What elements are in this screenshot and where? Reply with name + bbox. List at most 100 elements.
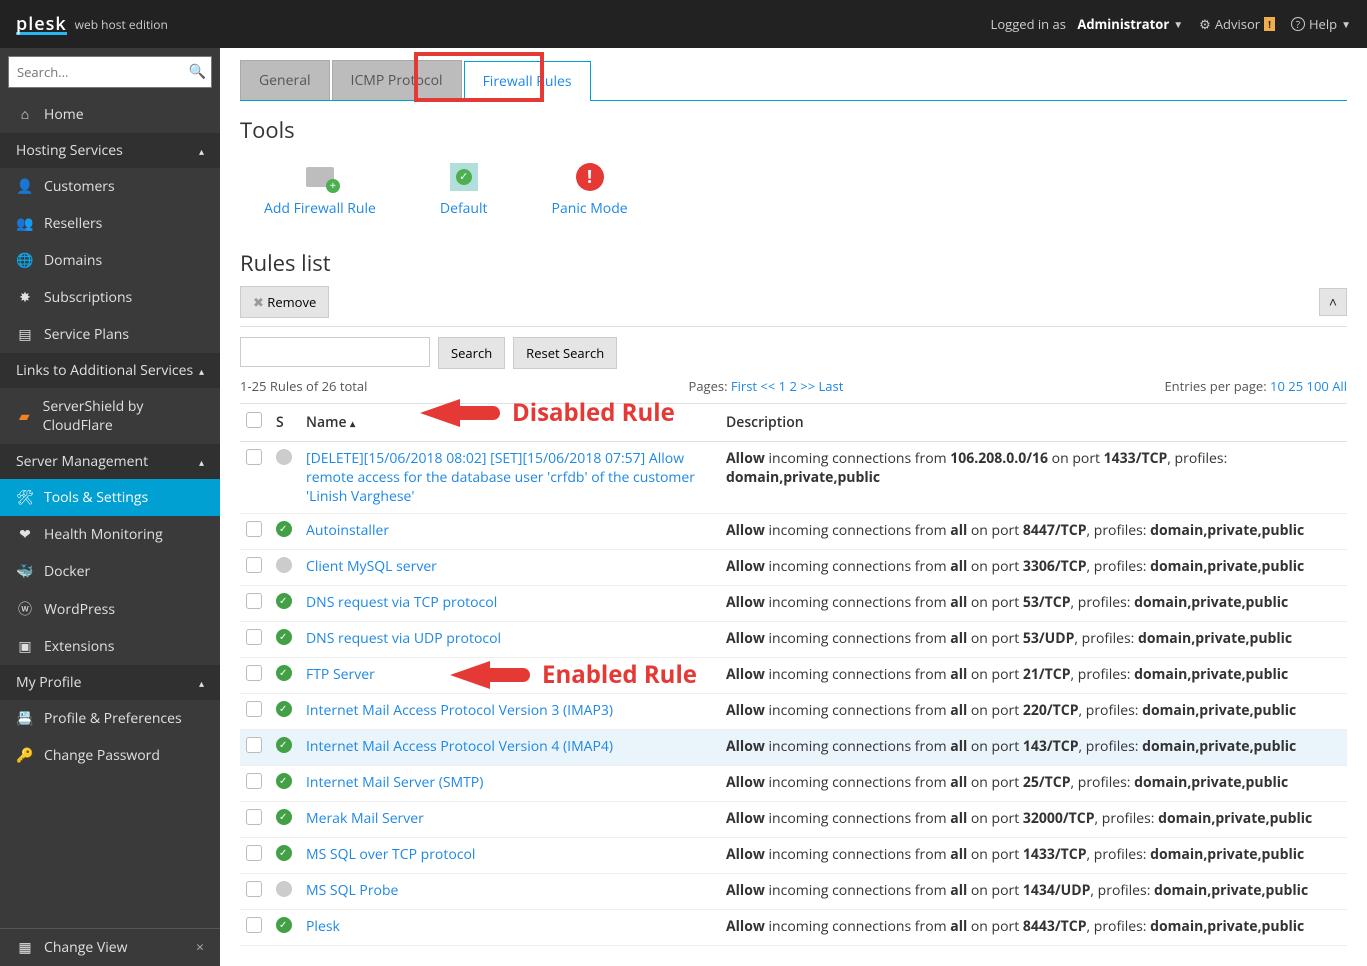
tab-general[interactable]: General (240, 60, 330, 100)
row-checkbox[interactable] (246, 917, 262, 933)
status-icon[interactable] (276, 917, 292, 933)
status-icon[interactable] (276, 845, 292, 861)
sidebar-item-wordpress[interactable]: ⓦWordPress (0, 590, 220, 628)
row-checkbox[interactable] (246, 809, 262, 825)
pagination-links[interactable]: First << 1 2 >> Last (731, 377, 843, 395)
rule-name-link[interactable]: MS SQL over TCP protocol (306, 845, 475, 864)
tool-add firewall rule[interactable]: +Add Firewall Rule (264, 161, 376, 218)
logged-in-user[interactable]: Administrator (1077, 15, 1169, 33)
sidebar-item-profile-preferences[interactable]: 📇Profile & Preferences (0, 700, 220, 737)
close-icon[interactable]: × (196, 938, 204, 957)
rule-name-link[interactable]: Client MySQL server (306, 557, 437, 576)
row-checkbox[interactable] (246, 881, 262, 897)
rule-name-link[interactable]: Internet Mail Access Protocol Version 4 … (306, 737, 613, 756)
status-icon[interactable] (276, 737, 292, 753)
row-checkbox[interactable] (246, 557, 262, 573)
rule-name-link[interactable]: DNS request via TCP protocol (306, 593, 497, 612)
sidebar-item-customers[interactable]: 👤Customers (0, 168, 220, 205)
rule-name-link[interactable]: Merak Mail Server (306, 809, 424, 828)
status-icon[interactable] (276, 701, 292, 717)
sidebar-item-subscriptions[interactable]: ✸Subscriptions (0, 279, 220, 316)
rule-name-link[interactable]: [DELETE][15/06/2018 08:02] [SET][15/06/2… (306, 449, 695, 506)
chevron-up-icon: ▴ (199, 364, 204, 378)
row-checkbox[interactable] (246, 665, 262, 681)
remove-button[interactable]: ✖ Remove (240, 286, 329, 318)
tool-default[interactable]: ✓Default (440, 161, 488, 218)
rule-name-link[interactable]: Internet Mail Server (SMTP) (306, 773, 483, 792)
default-icon: ✓ (448, 161, 480, 193)
sidebar-item-label: Health Monitoring (44, 525, 163, 544)
nav-item-icon: 🐳 (16, 562, 34, 581)
help-icon: ? (1291, 17, 1305, 31)
status-icon[interactable] (276, 557, 292, 573)
col-name[interactable]: Name ▴ (300, 404, 720, 442)
col-status[interactable]: S (270, 404, 300, 442)
sidebar-section-server[interactable]: Server Management▴ (0, 444, 220, 479)
row-checkbox[interactable] (246, 845, 262, 861)
rule-name-link[interactable]: MS SQL Probe (306, 881, 398, 900)
sidebar-item-label: Resellers (44, 214, 102, 233)
collapse-button[interactable]: ˄ (1319, 288, 1347, 316)
row-checkbox[interactable] (246, 449, 262, 465)
sidebar-item-health-monitoring[interactable]: ❤Health Monitoring (0, 516, 220, 553)
tab-icmp protocol[interactable]: ICMP Protocol (332, 60, 462, 100)
sidebar-item-change-view[interactable]: ▦Change View × (0, 929, 220, 966)
nav-item-icon: ⓦ (16, 599, 34, 619)
entries-links[interactable]: 10 25 100 All (1270, 377, 1347, 395)
help-link[interactable]: ? Help ▼ (1291, 15, 1351, 33)
sidebar-item-tools-settings[interactable]: 🛠Tools & Settings (0, 479, 220, 516)
sidebar-section-links[interactable]: Links to Additional Services▴ (0, 353, 220, 388)
search-button[interactable]: Search (438, 337, 505, 369)
status-icon[interactable] (276, 809, 292, 825)
rule-description: Allow incoming connections from all on p… (720, 730, 1347, 766)
status-icon[interactable] (276, 665, 292, 681)
sidebar-section-profile[interactable]: My Profile▴ (0, 665, 220, 700)
status-icon[interactable] (276, 593, 292, 609)
row-checkbox[interactable] (246, 737, 262, 753)
search-icon[interactable]: 🔍 (189, 62, 206, 81)
cloud-icon: ▰ (16, 407, 33, 426)
row-checkbox[interactable] (246, 701, 262, 717)
sidebar-item-resellers[interactable]: 👥Resellers (0, 205, 220, 242)
rule-name-link[interactable]: FTP Server (306, 665, 375, 684)
nav-item-icon: 🛠 (16, 488, 34, 507)
reset-search-button[interactable]: Reset Search (513, 337, 617, 369)
rule-name-link[interactable]: DNS request via UDP protocol (306, 629, 501, 648)
tool-panic mode[interactable]: !Panic Mode (552, 161, 628, 218)
main-content: GeneralICMP ProtocolFirewall Rules Tools… (220, 48, 1367, 966)
status-icon[interactable] (276, 521, 292, 537)
search-input[interactable] (8, 56, 212, 88)
rules-search-input[interactable] (240, 337, 430, 367)
tabs: GeneralICMP ProtocolFirewall Rules (240, 60, 1347, 101)
tool-label: Add Firewall Rule (264, 199, 376, 218)
status-icon[interactable] (276, 629, 292, 645)
sidebar-section-hosting[interactable]: Hosting Services▴ (0, 133, 220, 168)
status-icon[interactable] (276, 881, 292, 897)
rules-search-row: Search Reset Search (240, 337, 1347, 369)
status-icon[interactable] (276, 449, 292, 465)
rules-count: 1-25 Rules of 26 total (240, 377, 367, 395)
advisor-label: Advisor (1215, 15, 1260, 33)
sidebar-item-servershield[interactable]: ▰ServerShield by CloudFlare (0, 388, 220, 444)
sidebar-item-extensions[interactable]: ▣Extensions (0, 628, 220, 665)
status-icon[interactable] (276, 773, 292, 789)
sidebar-item-domains[interactable]: 🌐Domains (0, 242, 220, 279)
advisor-link[interactable]: ⚙ Advisor ! (1199, 15, 1275, 33)
rule-name-link[interactable]: Internet Mail Access Protocol Version 3 … (306, 701, 613, 720)
tab-firewall rules[interactable]: Firewall Rules (464, 61, 591, 101)
row-checkbox[interactable] (246, 629, 262, 645)
pagination: Pages: First << 1 2 >> Last (689, 377, 844, 395)
rule-name-link[interactable]: Plesk (306, 917, 340, 936)
rule-description: Allow incoming connections from all on p… (720, 874, 1347, 910)
select-all-checkbox[interactable] (246, 412, 262, 428)
row-checkbox[interactable] (246, 593, 262, 609)
sidebar-item-home[interactable]: ⌂Home (0, 96, 220, 133)
sidebar-item-change-password[interactable]: 🔑Change Password (0, 737, 220, 774)
chevron-up-icon: ˄ (1329, 293, 1337, 312)
rule-name-link[interactable]: Autoinstaller (306, 521, 389, 540)
rules-table: S Name ▴ Description [DELETE][15/06/2018… (240, 404, 1347, 946)
row-checkbox[interactable] (246, 773, 262, 789)
sidebar-item-docker[interactable]: 🐳Docker (0, 553, 220, 590)
row-checkbox[interactable] (246, 521, 262, 537)
sidebar-item-service plans[interactable]: ▤Service Plans (0, 316, 220, 353)
